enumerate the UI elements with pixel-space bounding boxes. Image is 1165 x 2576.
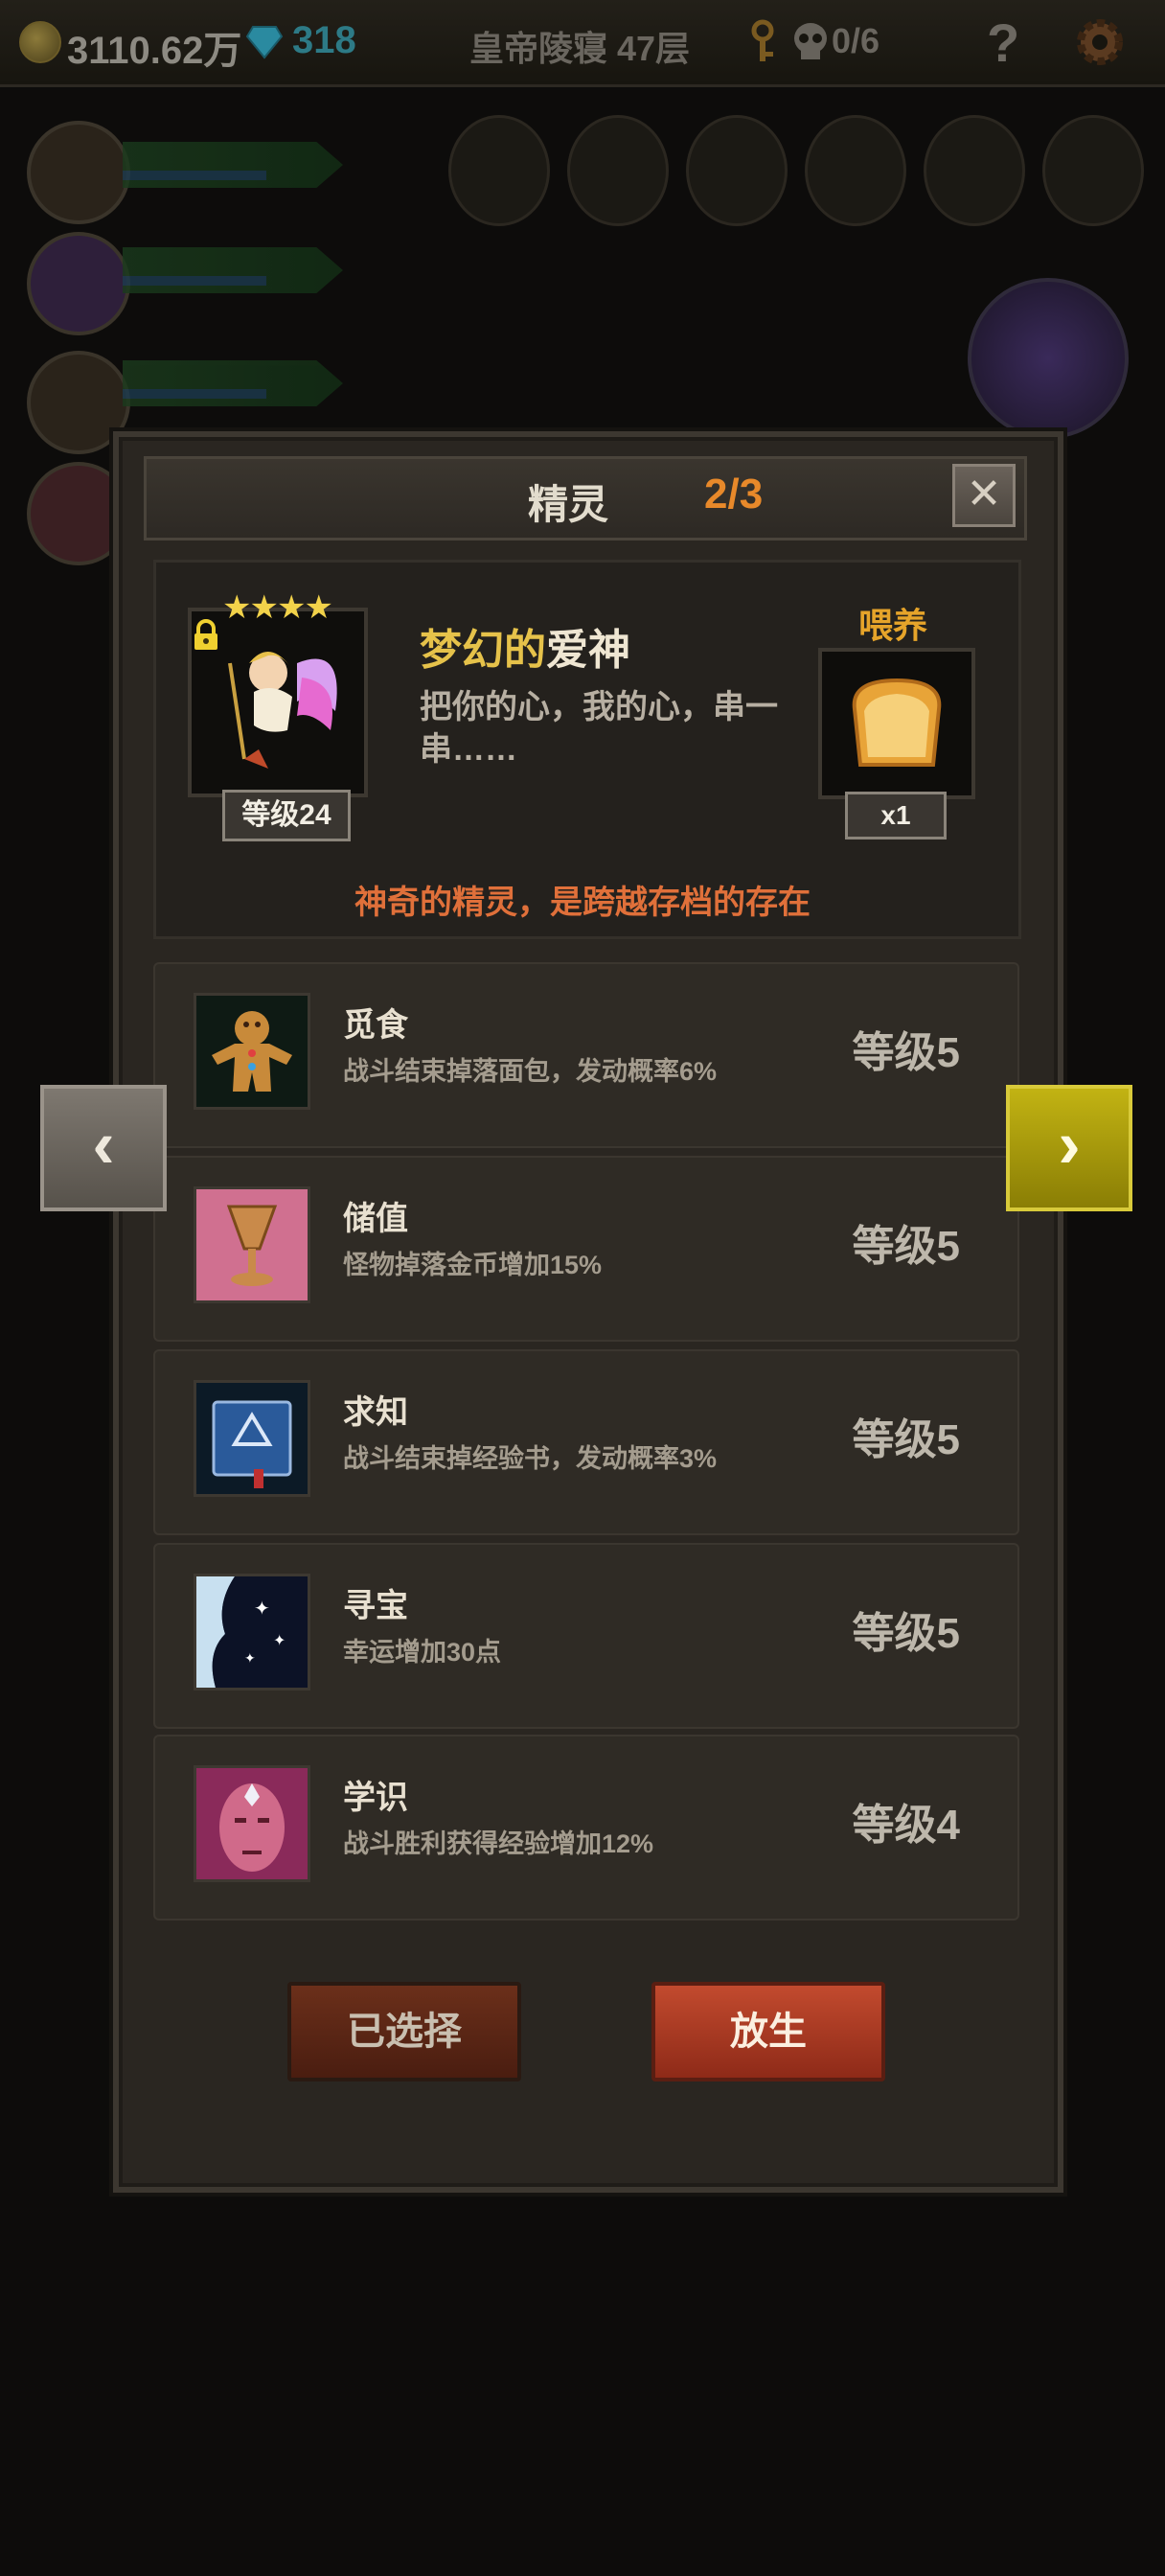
lock-icon[interactable]	[192, 619, 220, 652]
skill-name: 求知	[343, 1394, 408, 1431]
skill-name: 学识	[343, 1780, 408, 1816]
spirit-name-main: 爱神	[546, 627, 630, 674]
spirit-name: 梦幻的爱神	[420, 615, 630, 677]
help-button[interactable]: ?	[987, 12, 1019, 74]
release-button[interactable]: 放生	[651, 1982, 885, 2082]
skill-description: 幸运增加30点	[343, 1638, 502, 1667]
skill-level: 等级5	[852, 1416, 960, 1463]
cupid-icon	[228, 651, 337, 769]
gem-icon	[245, 26, 284, 59]
svg-text:✦: ✦	[273, 1631, 286, 1649]
skill-row[interactable]: ✦ ✦ ✦ 寻宝 幸运增加30点 等级5	[153, 1543, 1019, 1729]
close-button[interactable]: ✕	[952, 464, 1016, 527]
top-bar: 3110.62万 318 皇帝陵寝 47层 0/6 ?	[0, 0, 1165, 87]
skill-row[interactable]: 学识 战斗胜利获得经验增加12% 等级4	[153, 1735, 1019, 1920]
hero-hp-bar	[123, 142, 343, 188]
prev-spirit-button[interactable]: ‹	[40, 1085, 167, 1211]
skill-row[interactable]: 储值 怪物掉落金币增加15% 等级5	[153, 1156, 1019, 1342]
gold-amount: 3110.62万	[67, 30, 242, 72]
gold-coin-icon	[19, 21, 61, 63]
skill-description: 战斗结束掉经验书，发动概率3%	[343, 1444, 718, 1473]
page-indicator: 2/3	[704, 471, 764, 518]
spirit-tagline: 神奇的精灵，是跨越存档的存在	[354, 885, 811, 921]
location-title: 皇帝陵寝 47层	[469, 29, 691, 68]
svg-text:✦: ✦	[244, 1651, 256, 1667]
bread-icon	[852, 678, 942, 767]
selected-button[interactable]: 已选择	[287, 1982, 521, 2082]
equipment-slot[interactable]	[567, 115, 669, 226]
skill-description: 战斗胜利获得经验增加12%	[343, 1829, 654, 1858]
skill-row[interactable]: 求知 战斗结束掉经验书，发动概率3% 等级5	[153, 1349, 1019, 1535]
skill-name: 觅食	[343, 1007, 408, 1044]
hero-hp-bar	[123, 247, 343, 293]
hero-hp-bar	[123, 360, 343, 406]
equipment-slot[interactable]	[1042, 115, 1144, 226]
spirit-level-badge: 等级24	[222, 790, 351, 841]
star-rating: ★★★★	[222, 589, 333, 626]
feed-item-count: x1	[845, 792, 947, 840]
skill-level: 等级5	[852, 1029, 960, 1076]
spirit-avatar[interactable]	[968, 278, 1129, 439]
silhouette-stars-icon: ✦ ✦ ✦	[194, 1574, 310, 1690]
skill-level: 等级5	[852, 1610, 960, 1657]
equipment-slot[interactable]	[686, 115, 788, 226]
dialog-header: 精灵 2/3	[144, 456, 1027, 540]
hero-avatar[interactable]	[27, 121, 130, 224]
equipment-slot[interactable]	[448, 115, 550, 226]
feed-label: 喂养	[858, 606, 928, 645]
spirit-description: 把你的心，我的心，串一串……	[420, 689, 778, 768]
skill-name: 储值	[343, 1201, 408, 1237]
equipment-slot[interactable]	[805, 115, 906, 226]
skull-icon	[794, 23, 827, 59]
skill-description: 怪物掉落金币增加15%	[343, 1251, 603, 1279]
spirit-dialog: 精灵 2/3 ✕ ★★★★ 等级24 梦幻的爱神 把你的心，我的心，串一串…… …	[113, 431, 1063, 2193]
feed-item-slot[interactable]	[818, 648, 975, 799]
gear-icon[interactable]	[1071, 13, 1129, 71]
next-spirit-button[interactable]: ›	[1006, 1085, 1132, 1211]
book-icon	[194, 1380, 310, 1497]
skull-count: 0/6	[832, 21, 880, 60]
skill-name: 寻宝	[343, 1588, 408, 1624]
skill-level: 等级4	[852, 1802, 960, 1849]
skill-row[interactable]: 觅食 战斗结束掉落面包，发动概率6% 等级5	[153, 962, 1019, 1148]
skill-description: 战斗结束掉落面包，发动概率6%	[343, 1057, 718, 1086]
svg-text:✦: ✦	[254, 1597, 270, 1620]
skill-level: 等级5	[852, 1223, 960, 1270]
gem-amount: 318	[292, 19, 356, 61]
face-gem-icon	[194, 1765, 310, 1882]
hero-avatar[interactable]	[27, 232, 130, 335]
equipment-slot[interactable]	[924, 115, 1025, 226]
gingerbread-icon	[194, 993, 310, 1110]
key-icon	[751, 19, 774, 61]
spirit-name-prefix: 梦幻的	[420, 627, 546, 674]
dialog-title: 精灵	[528, 482, 609, 527]
goblet-icon	[194, 1186, 310, 1303]
